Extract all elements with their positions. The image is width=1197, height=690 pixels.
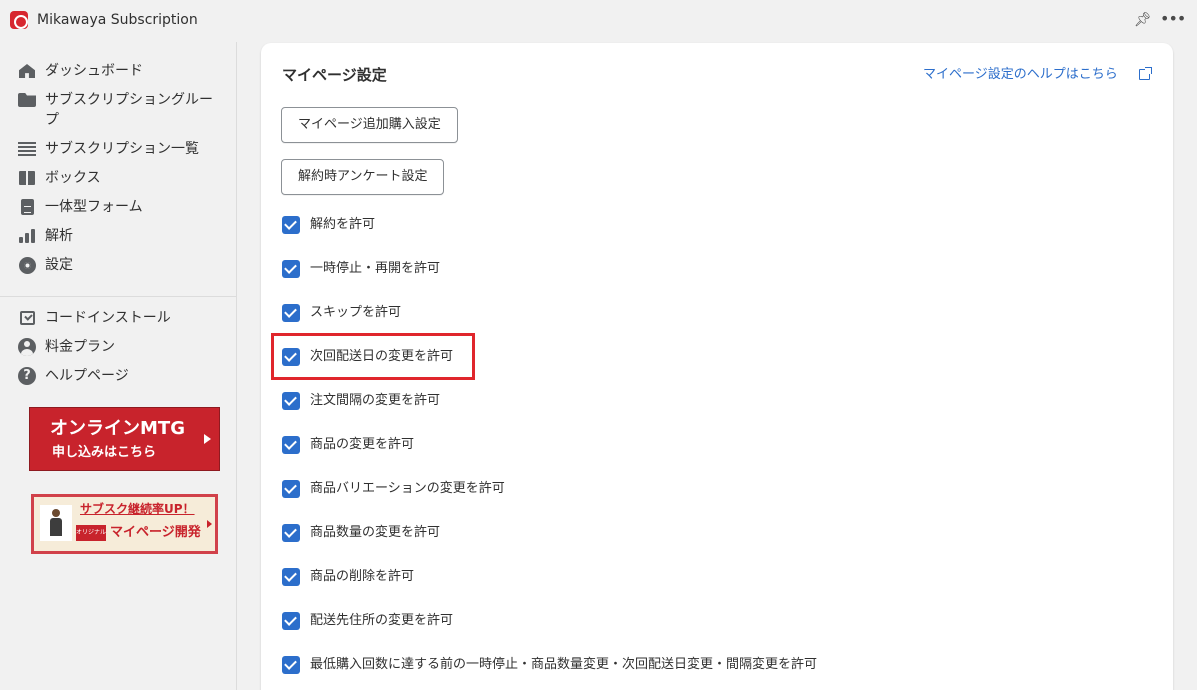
checkbox-allow-variant-change[interactable]: 商品バリエーションの変更を許可 (282, 479, 505, 499)
banner-mypage-subtitle: マイページ開発 (110, 525, 201, 540)
user-icon (16, 337, 38, 357)
checkbox-label: 最低購入回数に達する前の一時停止・商品数量変更・次回配送日変更・間隔変更を許可 (310, 657, 818, 672)
sidebar-item-dashboard[interactable]: ダッシュボード (16, 61, 226, 81)
list-icon (16, 139, 38, 159)
banner-mtg-title: オンラインMTG (50, 418, 185, 439)
chevron-right-icon (204, 434, 211, 444)
sidebar-item-pricing[interactable]: 料金プラン (16, 337, 226, 357)
sidebar-item-settings[interactable]: 設定 (16, 255, 226, 275)
external-link-icon[interactable] (1139, 67, 1152, 80)
sidebar-item-label: 解析 (45, 228, 73, 244)
gear-icon (16, 255, 38, 275)
checkbox-label: スキップを許可 (310, 305, 402, 320)
checkbox-checked-icon[interactable] (282, 392, 300, 410)
sidebar-item-label: ボックス (45, 170, 101, 186)
checkbox-checked-icon[interactable] (282, 656, 300, 674)
mypage-development-banner[interactable]: サブスク継続率UP！ オリジナル マイページ開発 (31, 494, 218, 554)
top-bar: Mikawaya Subscription 📌︎ ••• (0, 0, 1197, 42)
sidebar-item-label: サブスクリプション一覧 (45, 141, 199, 157)
app-logo-icon (10, 11, 28, 29)
sidebar-item-analytics[interactable]: 解析 (16, 226, 226, 246)
original-badge: オリジナル (76, 525, 106, 541)
checkbox-allow-product-delete[interactable]: 商品の削除を許可 (282, 567, 414, 587)
checkbox-allow-pause-resume[interactable]: 一時停止・再開を許可 (282, 259, 440, 279)
checkbox-allow-order-interval-change[interactable]: 注文間隔の変更を許可 (282, 391, 440, 411)
help-link[interactable]: マイページ設定のヘルプはこちら (923, 65, 1118, 85)
sidebar-item-subscription-list[interactable]: サブスクリプション一覧 (16, 139, 226, 159)
online-mtg-banner[interactable]: オンラインMTG 申し込みはこちら (29, 407, 220, 471)
page-title: マイページ設定 (282, 66, 387, 84)
checkbox-checked-icon[interactable] (282, 260, 300, 278)
additional-purchase-settings-button[interactable]: マイページ追加購入設定 (281, 107, 458, 143)
checkbox-checked-icon[interactable] (282, 480, 300, 498)
checkbox-label: 商品数量の変更を許可 (310, 525, 441, 540)
sidebar-item-subscription-groups[interactable]: サブスクリプショングループ (16, 90, 226, 130)
checkbox-checked-icon[interactable] (282, 612, 300, 630)
sidebar-item-label: 設定 (45, 257, 73, 273)
checkbox-checked-icon[interactable] (282, 568, 300, 586)
sidebar-item-label: ダッシュボード (45, 63, 143, 79)
checkbox-allow-address-change[interactable]: 配送先住所の変更を許可 (282, 611, 453, 631)
person-icon (40, 505, 72, 541)
banner-mtg-subtitle: 申し込みはこちら (52, 445, 157, 460)
sidebar-item-label: サブスクリプショングループ (45, 92, 213, 128)
checkbox-label: 解約を許可 (310, 217, 376, 232)
sidebar-item-label: ヘルプページ (45, 368, 129, 384)
checkbox-allow-changes-before-minimum-purchases[interactable]: 最低購入回数に達する前の一時停止・商品数量変更・次回配送日変更・間隔変更を許可 (282, 655, 817, 675)
checkbox-checked-icon[interactable] (282, 216, 300, 234)
install-icon (16, 308, 38, 328)
sidebar-item-label: 一体型フォーム (45, 199, 143, 215)
checkbox-allow-quantity-change[interactable]: 商品数量の変更を許可 (282, 523, 440, 543)
document-icon (16, 197, 38, 217)
checkbox-allow-product-change[interactable]: 商品の変更を許可 (282, 435, 414, 455)
more-options-icon[interactable]: ••• (1160, 9, 1186, 29)
home-icon (16, 61, 38, 81)
gift-icon (16, 168, 38, 188)
checkbox-label: 商品の削除を許可 (310, 569, 415, 584)
sidebar-item-label: 料金プラン (45, 339, 115, 355)
checkbox-label: 商品バリエーションの変更を許可 (310, 481, 505, 496)
sidebar: ダッシュボード サブスクリプショングループ サブスクリプション一覧 ボックス 一… (0, 42, 237, 690)
help-icon: ? (16, 366, 38, 386)
pin-icon[interactable]: 📌︎ (1134, 11, 1152, 29)
banner-mypage-title: サブスク継続率UP！ (80, 502, 195, 516)
sidebar-divider (0, 296, 236, 297)
checkbox-label: 注文間隔の変更を許可 (310, 393, 441, 408)
checkbox-allow-cancel[interactable]: 解約を許可 (282, 215, 375, 235)
sidebar-item-box[interactable]: ボックス (16, 168, 226, 188)
folder-icon (16, 90, 38, 110)
sidebar-item-code-install[interactable]: コードインストール (16, 308, 226, 328)
cancellation-survey-settings-button[interactable]: 解約時アンケート設定 (281, 159, 445, 195)
highlight-annotation (271, 333, 475, 380)
app-title: Mikawaya Subscription (37, 12, 198, 28)
checkbox-checked-icon[interactable] (282, 524, 300, 542)
checkbox-allow-skip[interactable]: スキップを許可 (282, 303, 401, 323)
chevron-right-icon (207, 520, 212, 528)
sidebar-item-help[interactable]: ? ヘルプページ (16, 366, 226, 386)
checkbox-label: 配送先住所の変更を許可 (310, 613, 454, 628)
checkbox-label: 商品の変更を許可 (310, 437, 415, 452)
checkbox-checked-icon[interactable] (282, 304, 300, 322)
bar-chart-icon (16, 226, 38, 246)
sidebar-item-form[interactable]: 一体型フォーム (16, 197, 226, 217)
sidebar-item-label: コードインストール (45, 310, 171, 326)
checkbox-label: 一時停止・再開を許可 (310, 261, 441, 276)
checkbox-checked-icon[interactable] (282, 436, 300, 454)
